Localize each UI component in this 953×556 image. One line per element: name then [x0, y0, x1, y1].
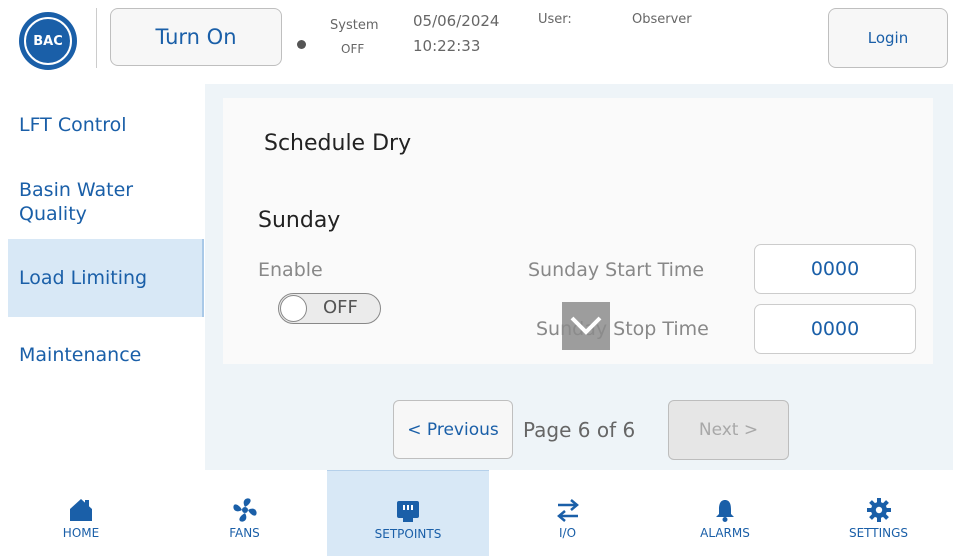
nav-setpoints[interactable]: SETPOINTS: [327, 470, 489, 556]
logo-text: BAC: [33, 33, 63, 49]
content-area: Schedule Dry Sunday Enable OFF Sunday St…: [205, 84, 953, 470]
logo-mark: BAC: [24, 17, 72, 65]
sidebar-item-lft-control[interactable]: LFT Control: [8, 110, 204, 140]
day-heading: Sunday: [258, 208, 341, 233]
system-label: System: [330, 18, 379, 33]
nav-label: SETTINGS: [848, 526, 909, 540]
toggle-state-label: OFF: [323, 297, 358, 318]
nav-settings[interactable]: SETTINGS: [804, 470, 953, 556]
gear-icon: [866, 495, 892, 525]
nav-label: I/O: [558, 526, 577, 540]
turn-on-label: Turn On: [155, 25, 237, 49]
stop-time-value: 0000: [810, 318, 860, 340]
start-time-value: 0000: [810, 258, 860, 280]
turn-on-button[interactable]: Turn On: [110, 8, 282, 66]
previous-label: < Previous: [407, 419, 499, 440]
nav-label: SETPOINTS: [374, 527, 442, 541]
chevron-down-icon: [570, 316, 602, 335]
header-divider: [96, 8, 97, 68]
page-indicator: Page 6 of 6: [523, 418, 636, 442]
fan-icon: [231, 495, 259, 525]
nav-label: FANS: [229, 526, 260, 540]
next-page-button[interactable]: Next >: [668, 400, 789, 460]
nav-label: HOME: [62, 526, 100, 540]
header-bar: BAC Turn On System OFF 05/06/2024 10:22:…: [0, 0, 953, 84]
home-icon: [68, 495, 94, 525]
bell-icon: [712, 495, 738, 525]
next-label: Next >: [698, 420, 759, 440]
time-display: 10:22:33: [413, 37, 481, 55]
nav-fans[interactable]: FANS: [162, 470, 327, 556]
previous-page-button[interactable]: < Previous: [393, 400, 513, 459]
date-display: 05/06/2024: [413, 12, 500, 30]
bac-logo: BAC: [19, 12, 77, 70]
sidebar-item-label: Maintenance: [19, 344, 142, 366]
system-status-indicator: [297, 40, 306, 49]
user-value: Observer: [632, 12, 692, 27]
enable-label: Enable: [258, 259, 323, 281]
bottom-navigation: HOME FANS SETPOINTS I/O ALARMS SETTINGS: [0, 470, 953, 556]
sidebar-item-label: LFT Control: [19, 114, 127, 136]
system-status-value: OFF: [341, 42, 365, 56]
sidebar-item-label: Load Limiting: [19, 267, 148, 289]
io-arrows-icon: [555, 495, 581, 525]
toggle-knob: [280, 295, 307, 322]
sidebar: LFT Control Basin Water Quality Load Lim…: [0, 84, 205, 470]
start-time-label: Sunday Start Time: [528, 259, 705, 281]
nav-home[interactable]: HOME: [0, 470, 162, 556]
stop-time-field[interactable]: 0000: [754, 304, 916, 354]
login-label: Login: [867, 29, 909, 47]
user-label: User:: [538, 12, 572, 27]
page-title: Schedule Dry: [264, 131, 412, 156]
setpoints-icon: [395, 496, 421, 526]
enable-toggle[interactable]: OFF: [278, 293, 381, 324]
nav-label: ALARMS: [700, 526, 750, 540]
login-button[interactable]: Login: [828, 8, 948, 68]
start-time-field[interactable]: 0000: [754, 244, 916, 294]
scroll-down-button[interactable]: [562, 302, 610, 350]
nav-io[interactable]: I/O: [489, 470, 646, 556]
sidebar-item-load-limiting[interactable]: Load Limiting: [8, 239, 204, 317]
sidebar-item-maintenance[interactable]: Maintenance: [8, 340, 204, 370]
nav-alarms[interactable]: ALARMS: [646, 470, 804, 556]
sidebar-item-basin-water-quality[interactable]: Basin Water Quality: [8, 176, 158, 228]
sidebar-item-label: Basin Water Quality: [19, 179, 134, 225]
